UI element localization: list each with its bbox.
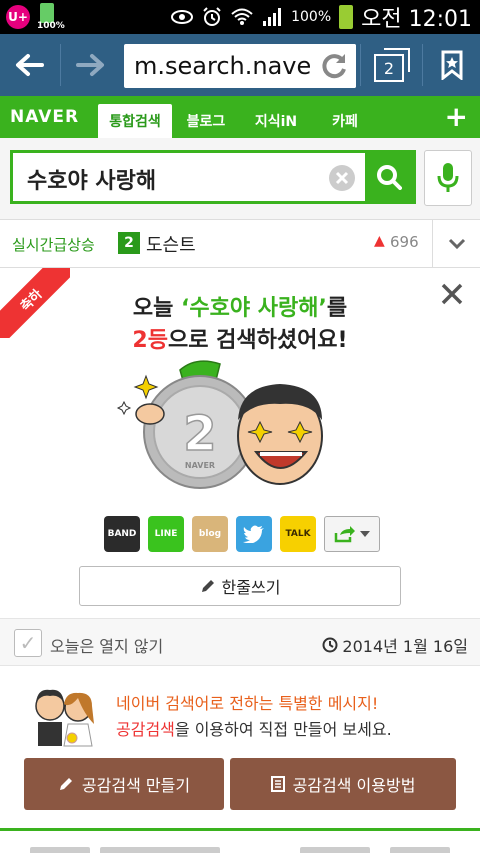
- line-share-icon[interactable]: LINE: [148, 516, 184, 552]
- battery-percent: 100%: [291, 9, 332, 25]
- search-icon: [377, 165, 402, 190]
- coin-number: 2: [183, 406, 216, 462]
- twitter-bird-icon: [243, 525, 264, 543]
- share-row: BAND LINE blog TALK: [104, 516, 380, 552]
- status-bar: U+ 100% 100% 오전 12:01: [0, 0, 480, 34]
- refresh-icon: [322, 54, 346, 79]
- write-comment-label: 한줄쓰기: [221, 578, 281, 597]
- tab-cafe[interactable]: 카페: [318, 104, 372, 138]
- realtime-trending[interactable]: 실시간급상승 2 도슨트 ▲ 696: [0, 220, 480, 268]
- nav-plus-button[interactable]: +: [445, 100, 468, 133]
- address-bar[interactable]: m.search.naver.com: [124, 44, 356, 88]
- more-share-button[interactable]: [324, 516, 380, 552]
- wifi-icon: [231, 7, 253, 27]
- twitter-share-icon[interactable]: [236, 516, 272, 552]
- up-arrow-icon: ▲: [374, 233, 385, 249]
- document-icon: [270, 776, 285, 792]
- toolbar-divider: [422, 44, 423, 86]
- make-button-label: 공감검색 만들기: [81, 776, 191, 795]
- share-icon: [334, 526, 355, 543]
- blog-share-icon[interactable]: blog: [192, 516, 228, 552]
- forward-button[interactable]: [62, 34, 120, 96]
- small-battery-label: 100%: [37, 21, 65, 31]
- toolbar-divider: [60, 44, 61, 86]
- bookmark-button[interactable]: [424, 34, 480, 96]
- pencil-icon: [201, 580, 214, 592]
- tab-blog[interactable]: 블로그: [176, 104, 236, 138]
- headline-rest: 으로 검색하셨어요!: [167, 328, 348, 353]
- peek-text: [300, 847, 370, 853]
- howto-button-label: 공감검색 이용방법: [292, 776, 416, 795]
- promo-line2-rest: 을 이용하여 직접 만들어 보세요.: [174, 720, 392, 739]
- coin-brand: NAVER: [185, 461, 215, 470]
- toolbar-divider: [360, 44, 361, 86]
- refresh-button[interactable]: [312, 44, 356, 88]
- small-battery-icon: [40, 3, 54, 23]
- date-display: 2014년 1월 16일: [322, 633, 468, 657]
- trending-rank-badge: 2: [118, 232, 140, 254]
- alarm-icon: [201, 7, 223, 27]
- clock: 오전 12:01: [361, 7, 472, 32]
- headline-prefix: 오늘: [132, 296, 182, 321]
- naver-nav: NAVER 통합검색 블로그 지식iN 카페 +: [0, 96, 480, 138]
- promo-line1: 네이버 검색어로 전하는 특별한 메시지!: [116, 694, 379, 713]
- chevron-down-icon: [448, 238, 465, 250]
- promo-highlight: 공감검색: [116, 720, 175, 739]
- back-arrow-icon: [16, 54, 44, 76]
- forward-arrow-icon: [76, 54, 104, 76]
- search-button[interactable]: [365, 153, 413, 201]
- peek-text: [30, 847, 90, 853]
- trending-expand-button[interactable]: [432, 220, 480, 268]
- coin-character-illustration: 2 NAVER: [116, 360, 323, 489]
- trending-count: 696: [390, 233, 419, 251]
- peek-text: [390, 847, 450, 853]
- tabs-button[interactable]: 2: [374, 48, 410, 82]
- search-input[interactable]: 수호야 사랑해: [27, 163, 156, 195]
- bookmark-icon: [441, 50, 463, 80]
- battery-icon: [339, 5, 354, 29]
- headline-suffix: 를: [326, 296, 348, 321]
- next-section-peek: [0, 831, 480, 853]
- write-comment-button[interactable]: 한줄쓰기: [79, 566, 401, 606]
- date-text: 2014년 1월 16일: [342, 637, 468, 656]
- close-icon: [335, 171, 349, 185]
- congrats-panel: 축하 오늘 ‘수호야 사랑해’를 2등으로 검색하셨어요! 2 NAVER BA…: [0, 268, 480, 666]
- caret-down-icon: [360, 531, 370, 537]
- kakaotalk-share-icon[interactable]: TALK: [280, 516, 316, 552]
- headline-rank: 2등: [132, 328, 168, 353]
- empathy-search-promo: 네이버 검색어로 전하는 특별한 메시지! 공감검색을 이용하여 직접 만들어 …: [0, 680, 480, 830]
- microphone-icon: [437, 163, 459, 192]
- naver-logo[interactable]: NAVER: [10, 107, 79, 127]
- peek-text: [100, 847, 220, 853]
- search-area: 수호야 사랑해: [0, 138, 480, 220]
- couple-illustration: [35, 689, 94, 747]
- status-icons: 100% 오전 12:01: [171, 0, 472, 34]
- tab-integrated-search[interactable]: 통합검색: [98, 104, 172, 138]
- clear-search-button[interactable]: [329, 165, 355, 191]
- pencil-icon: [59, 778, 72, 790]
- congrats-headline-line1: 오늘 ‘수호야 사랑해’를: [0, 290, 480, 322]
- eye-icon: [171, 7, 194, 27]
- trending-word[interactable]: 도슨트: [146, 231, 196, 257]
- carrier-logo: U+: [6, 5, 30, 29]
- signal-icon: [261, 7, 283, 27]
- headline-query: ‘수호야 사랑해’: [181, 296, 327, 321]
- browser-toolbar: m.search.naver.com 2: [0, 34, 480, 96]
- make-empathy-search-button[interactable]: 공감검색 만들기: [24, 758, 224, 810]
- tab-knowledge-in[interactable]: 지식iN: [244, 104, 308, 138]
- promo-line2: 공감검색을 이용하여 직접 만들어 보세요.: [116, 716, 392, 740]
- congrats-headline-line2: 2등으로 검색하셨어요!: [0, 322, 480, 354]
- search-box: 수호야 사랑해: [10, 150, 416, 204]
- dont-open-checkbox[interactable]: ✓: [14, 629, 42, 657]
- back-button[interactable]: [0, 34, 58, 96]
- howto-empathy-search-button[interactable]: 공감검색 이용방법: [230, 758, 456, 810]
- band-share-icon[interactable]: BAND: [104, 516, 140, 552]
- dont-open-label[interactable]: 오늘은 열지 않기: [50, 633, 163, 657]
- clock-icon: [322, 637, 338, 653]
- trending-label: 실시간급상승: [12, 236, 95, 254]
- voice-search-button[interactable]: [424, 150, 472, 206]
- dont-open-today-row: ✓ 오늘은 열지 않기 2014년 1월 16일: [0, 618, 480, 666]
